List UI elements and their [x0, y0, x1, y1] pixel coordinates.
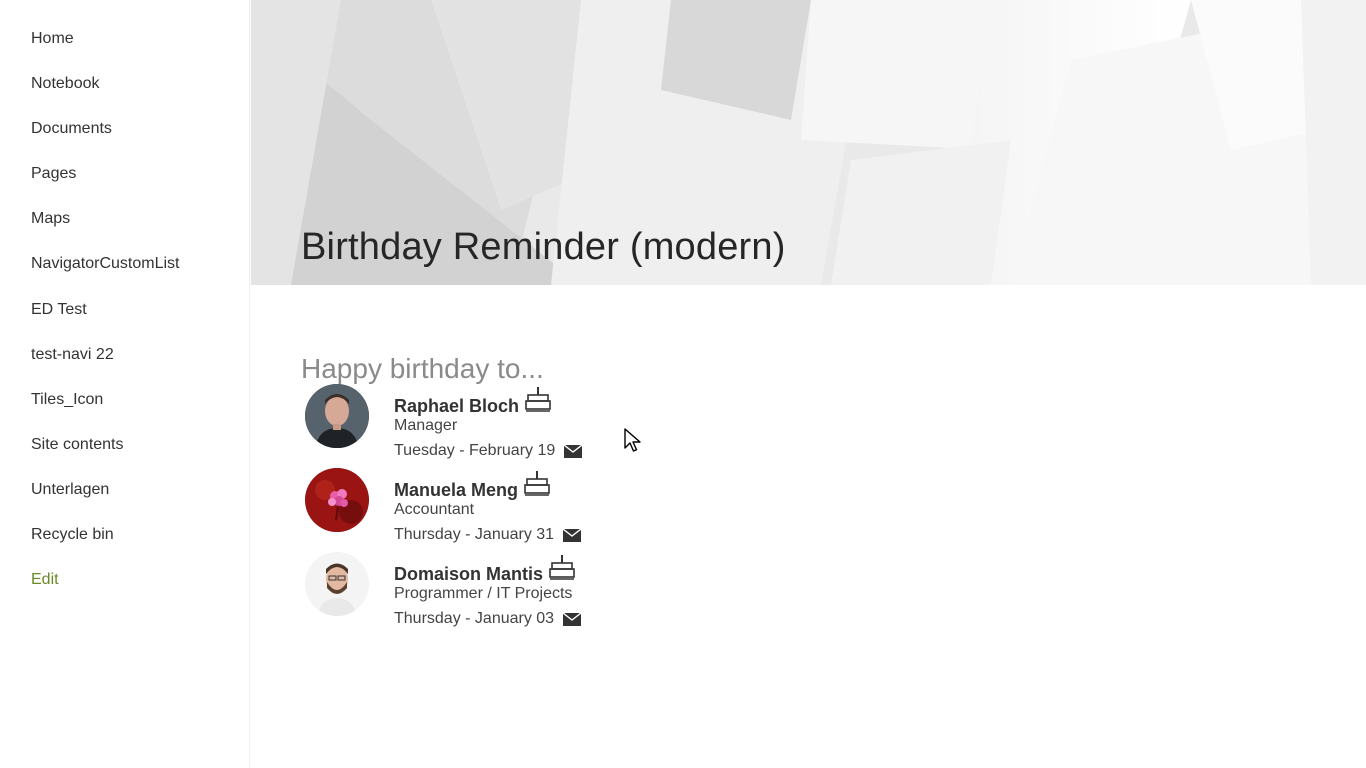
man-portrait-avatar	[305, 384, 369, 448]
person-name[interactable]: Domaison Mantis	[394, 555, 575, 585]
nav-item-ed-test[interactable]: ED Test	[31, 299, 180, 344]
nav-item-maps[interactable]: Maps	[31, 208, 180, 253]
birthday-cake-icon	[524, 469, 550, 497]
page-title: Birthday Reminder (modern)	[301, 226, 786, 269]
person-birthday-date: Thursday - January 31	[394, 526, 582, 544]
birthday-person-item: Manuela Meng Accountant Thursday - Janua…	[305, 468, 725, 548]
mail-icon[interactable]	[562, 611, 582, 626]
nav-item-recycle-bin[interactable]: Recycle bin	[31, 524, 180, 569]
person-birthday-date: Thursday - January 03	[394, 610, 582, 628]
mail-icon[interactable]	[562, 527, 582, 542]
nav-list: Home Notebook Documents Pages Maps Navig…	[31, 28, 180, 614]
bearded-man-avatar	[305, 552, 369, 616]
person-role: Accountant	[394, 501, 475, 518]
person-name[interactable]: Raphael Bloch	[394, 387, 551, 417]
nav-item-home[interactable]: Home	[31, 28, 180, 73]
birthday-cake-icon	[525, 385, 551, 413]
left-navigation: Home Notebook Documents Pages Maps Navig…	[0, 0, 250, 768]
nav-item-pages[interactable]: Pages	[31, 163, 180, 208]
nav-item-site-contents[interactable]: Site contents	[31, 434, 180, 479]
person-name[interactable]: Manuela Meng	[394, 471, 550, 501]
nav-item-documents[interactable]: Documents	[31, 118, 180, 163]
person-role: Manager	[394, 417, 458, 434]
nav-item-navigatorcustomlist[interactable]: NavigatorCustomList	[31, 253, 180, 298]
birthday-person-item: Domaison Mantis Programmer / IT Projects…	[305, 552, 725, 632]
person-role: Programmer / IT Projects	[394, 585, 573, 602]
person-birthday-date: Tuesday - February 19	[394, 442, 583, 460]
page: Home Notebook Documents Pages Maps Navig…	[0, 0, 1366, 768]
mail-icon[interactable]	[563, 443, 583, 458]
birthday-section-heading: Happy birthday to...	[301, 353, 544, 385]
nav-item-notebook[interactable]: Notebook	[31, 73, 180, 118]
birthday-cake-icon	[549, 553, 575, 581]
birthday-person-item: Raphael Bloch Manager Tuesday - February…	[305, 384, 725, 464]
nav-item-unterlagen[interactable]: Unterlagen	[31, 479, 180, 524]
nav-item-tiles-icon[interactable]: Tiles_Icon	[31, 389, 180, 434]
mouse-pointer-icon	[624, 428, 642, 454]
pink-flower-avatar	[305, 468, 369, 532]
edit-link[interactable]: Edit	[31, 569, 180, 614]
nav-item-test-navi-22[interactable]: test-navi 22	[31, 344, 180, 389]
